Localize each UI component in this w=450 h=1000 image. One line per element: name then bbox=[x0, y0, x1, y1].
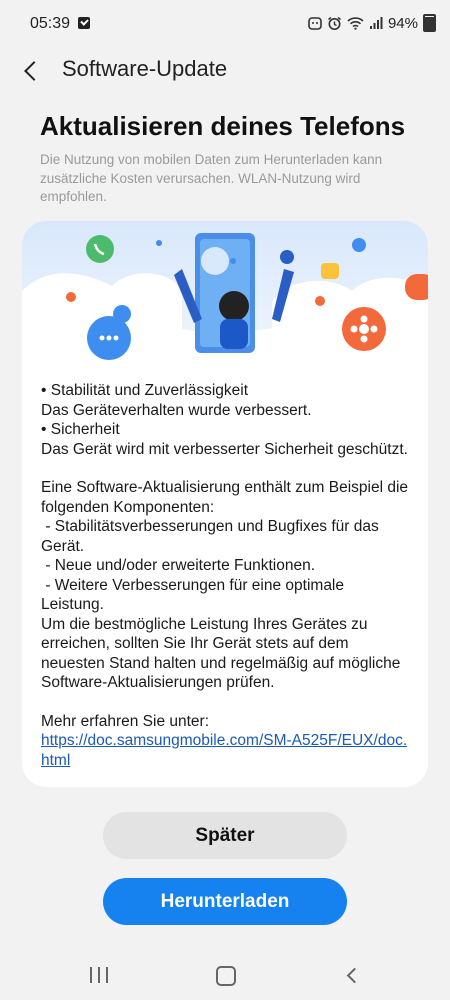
header-title: Software-Update bbox=[62, 56, 228, 81]
back-icon[interactable] bbox=[345, 968, 359, 982]
signal-icon bbox=[369, 17, 383, 29]
doc-link[interactable]: https://doc.samsungmobile.com/SM-A525F/E… bbox=[41, 731, 411, 770]
status-icons: 94% bbox=[308, 14, 436, 32]
wifi-icon bbox=[347, 17, 364, 30]
more-info-label: Mehr erfahren Sie unter: bbox=[41, 712, 210, 730]
status-time: 05:39 bbox=[30, 15, 71, 32]
app-header: Software-Update bbox=[0, 48, 450, 92]
update-info-card: • Stabilität und Zuverlässigkeit Das Ger… bbox=[22, 221, 428, 787]
status-bar: 05:39 94% bbox=[0, 0, 450, 48]
download-button[interactable]: Herunterladen bbox=[103, 878, 347, 925]
note-line: Das Gerät wird mit verbesserter Sicherhe… bbox=[41, 440, 408, 458]
release-notes: • Stabilität und Zuverlässigkeit Das Ger… bbox=[41, 381, 411, 770]
page-title: Aktualisieren deines Telefons bbox=[40, 111, 406, 141]
back-arrow-icon[interactable] bbox=[16, 56, 46, 86]
recent-apps-icon[interactable] bbox=[90, 967, 108, 983]
note-line: Um die bestmögliche Leistung Ihres Gerät… bbox=[41, 615, 405, 692]
note-line: • Stabilität und Zuverlässigkeit bbox=[41, 382, 249, 399]
note-line: Eine Software-Aktualisierung enthält zum… bbox=[41, 479, 413, 516]
note-line: • Sicherheit bbox=[41, 421, 120, 438]
face-icon bbox=[308, 17, 322, 30]
note-line: - Stabilitätsverbesserungen und Bugfixes… bbox=[41, 518, 384, 555]
update-illustration bbox=[22, 221, 428, 366]
notification-check-icon bbox=[78, 17, 90, 29]
phone-bubble-icon bbox=[86, 235, 114, 263]
home-icon[interactable] bbox=[216, 966, 236, 986]
data-usage-notice: Die Nutzung von mobilen Daten zum Herunt… bbox=[40, 152, 383, 204]
note-line: - Neue und/oder erweiterte Funktionen. bbox=[41, 557, 315, 574]
note-line: Das Geräteverhalten wurde verbessert. bbox=[41, 401, 312, 419]
alarm-icon bbox=[328, 16, 341, 30]
later-button[interactable]: Später bbox=[103, 812, 347, 859]
battery-icon bbox=[423, 14, 436, 32]
battery-percent: 94% bbox=[387, 14, 418, 32]
note-line: - Weitere Verbesserungen für eine optima… bbox=[41, 576, 349, 614]
navigation-bar bbox=[0, 950, 450, 1000]
